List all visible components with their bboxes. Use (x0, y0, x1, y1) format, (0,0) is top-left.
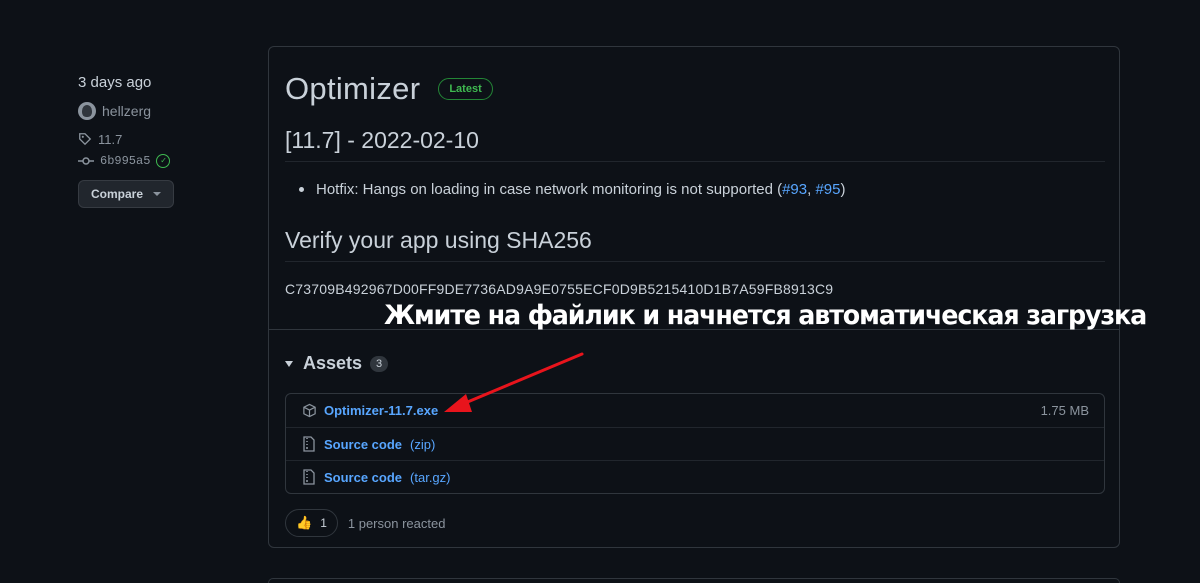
sha256-hash: C73709B492967D00FF9DE7736AD9A9E0755ECF0D… (285, 281, 834, 297)
changelog-separator: , (807, 181, 816, 198)
asset-size: 1.75 MB (1040, 403, 1089, 418)
bullet-dot (299, 187, 304, 192)
compare-button[interactable]: Compare (78, 180, 175, 208)
next-release-card-edge (268, 578, 1120, 583)
author-avatar[interactable] (78, 102, 96, 120)
asset-row[interactable]: Source code (tar.gz) (286, 460, 1104, 493)
annotation-caption: Жмите на файлик и начнется автоматическа… (384, 300, 1147, 331)
issue-link-95[interactable]: #95 (815, 181, 840, 198)
latest-badge: Latest (438, 78, 493, 100)
version-heading: [11.7] - 2022-02-10 (285, 127, 479, 153)
verify-divider (285, 261, 1105, 262)
asset-ext[interactable]: (zip) (410, 437, 435, 452)
assets-toggle[interactable]: Assets 3 (285, 353, 389, 374)
tag-name[interactable]: 11.7 (98, 132, 122, 147)
file-zip-icon (301, 469, 317, 485)
asset-name[interactable]: Source code (324, 437, 402, 452)
thumbs-up-reaction-button[interactable]: 👍 1 (285, 509, 338, 537)
changelog-text: Hotfix: Hangs on loading in case network… (316, 181, 783, 198)
assets-label[interactable]: Assets (303, 353, 362, 374)
compare-label: Compare (91, 187, 144, 201)
changelog-close: ) (840, 181, 846, 198)
changelog-item: Hotfix: Hangs on loading in case network… (299, 181, 846, 198)
release-header: Optimizer Latest (285, 71, 493, 107)
release-date: 3 days ago (78, 74, 152, 91)
assets-count: 3 (370, 355, 389, 372)
tag-link[interactable]: 11.7 (78, 130, 238, 148)
release-title[interactable]: Optimizer (285, 71, 420, 107)
reaction-summary: 1 person reacted (347, 515, 446, 531)
asset-ext[interactable]: (tar.gz) (410, 470, 450, 485)
issue-link-93[interactable]: #93 (782, 181, 807, 198)
chevron-down-icon (153, 192, 162, 196)
asset-row[interactable]: Optimizer-11.7.exe 1.75 MB (286, 394, 1104, 427)
author-name[interactable]: hellzerg (102, 103, 151, 119)
commit-sha[interactable]: 6b995a5 (100, 154, 150, 168)
tag-icon (79, 133, 92, 146)
author-link[interactable]: hellzerg (78, 102, 238, 120)
verify-heading: Verify your app using SHA256 (285, 227, 592, 253)
file-zip-icon (301, 436, 317, 452)
red-arrow-icon (444, 352, 584, 412)
asset-name[interactable]: Source code (324, 470, 402, 485)
thumbs-up-icon: 👍 (296, 515, 313, 530)
reaction-count: 1 (320, 516, 327, 530)
release-meta: 3 days ago hellzerg 11.7 6b995a5 ✓ Compa… (78, 72, 238, 208)
package-icon (301, 403, 317, 419)
triangle-down-icon (285, 360, 293, 367)
git-commit-icon (78, 157, 94, 165)
release-card: Optimizer Latest [11.7] - 2022-02-10 Hot… (268, 46, 1120, 548)
asset-row[interactable]: Source code (zip) (286, 427, 1104, 460)
reactions-bar: 👍 1 1 person reacted (285, 509, 445, 537)
heading-divider (285, 161, 1105, 162)
asset-name[interactable]: Optimizer-11.7.exe (324, 403, 438, 418)
assets-list: Optimizer-11.7.exe 1.75 MB Source code (… (285, 393, 1105, 494)
verified-check-icon[interactable]: ✓ (156, 154, 171, 168)
commit-link[interactable]: 6b995a5 ✓ (78, 152, 238, 170)
